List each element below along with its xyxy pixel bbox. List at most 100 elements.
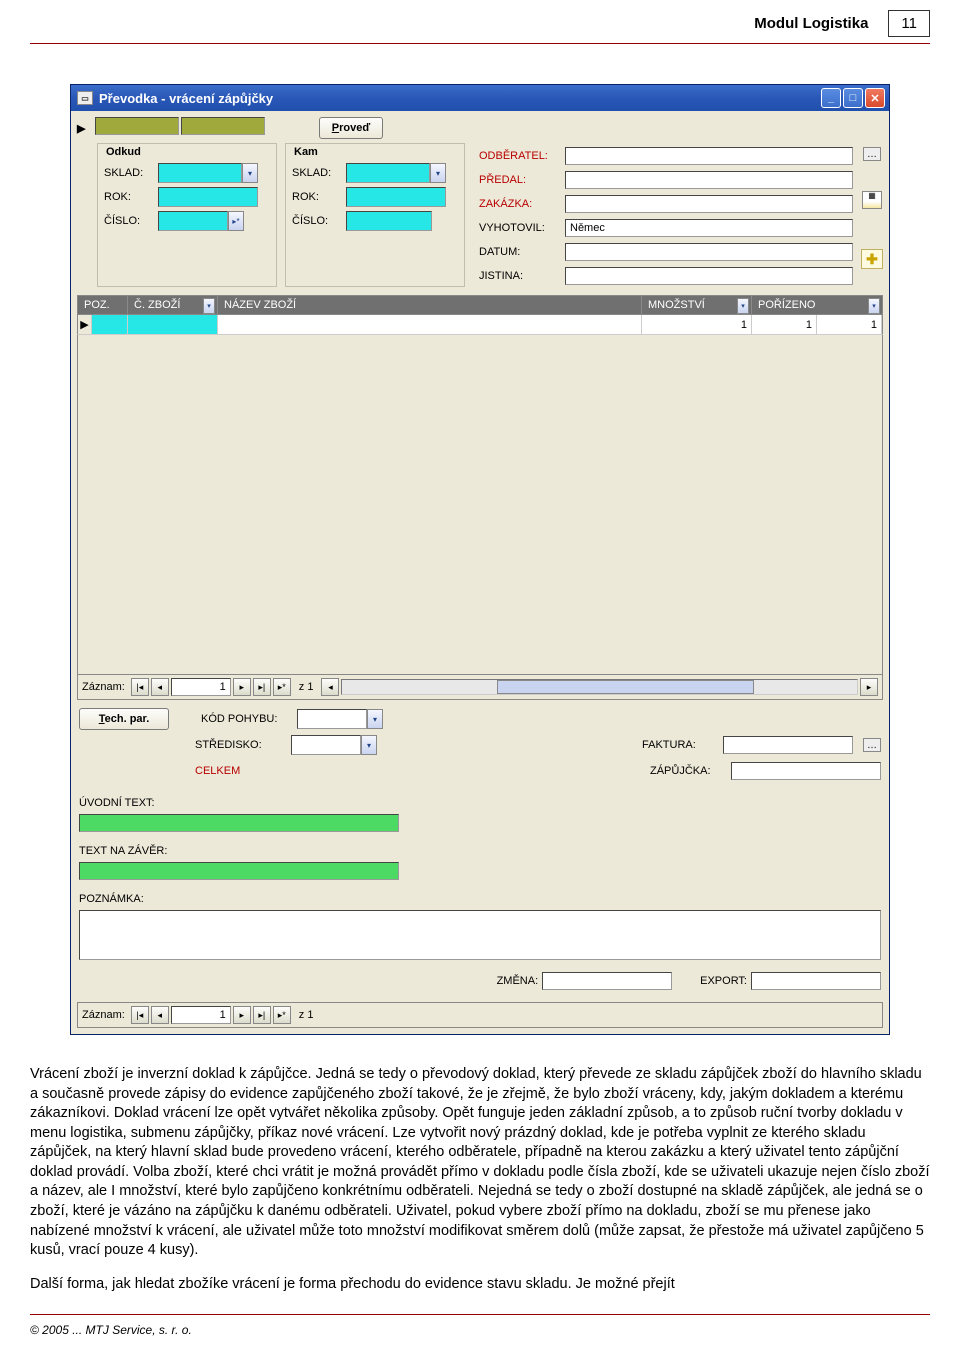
jistina-label: JISTINA: [479,270,561,282]
kam-legend: Kam [292,146,458,158]
col-czbozi[interactable]: Č. ZBOŽÍ▾ [128,296,218,314]
zmena-field[interactable] [542,972,672,990]
nav-position-input[interactable] [171,1006,231,1024]
faktura-lookup-icon[interactable]: … [863,738,881,752]
odkud-rok-input[interactable] [158,187,258,207]
datum-field[interactable] [565,243,853,261]
recnav-label: Záznam: [82,681,125,693]
faktura-label: FAKTURA: [642,739,717,751]
grid-body-empty [77,335,883,675]
kod-pohybu-dropdown-icon[interactable]: ▾ [367,709,383,729]
hscroll-track[interactable] [341,679,858,695]
hscroll-thumb[interactable] [497,680,754,694]
techpar-button[interactable]: Tech. par. [79,708,169,730]
nav-new-icon[interactable]: ▸* [273,678,291,696]
grid-row[interactable]: ▶ 1 1 1 [77,315,883,335]
cell-mnozstvi[interactable]: 1 [642,315,752,334]
odkud-sklad-label: SKLAD: [104,167,154,179]
cell-porizeno-a[interactable]: 1 [752,315,817,334]
nav-first-icon[interactable]: |◂ [131,678,149,696]
cell-czbozi[interactable] [128,315,218,334]
window-minimize-button[interactable]: _ [821,88,841,108]
faktura-field[interactable] [723,736,853,754]
vyhotovil-field[interactable]: Němec [565,219,853,237]
nav-last-icon[interactable]: ▸| [253,678,271,696]
odkud-cislo-nav-icon[interactable]: ▸* [228,211,244,231]
nav-first-icon[interactable]: |◂ [131,1006,149,1024]
hscroll-right-icon[interactable]: ▸ [860,678,878,696]
recnav-label: Záznam: [82,1009,125,1021]
cell-porizeno-b[interactable]: 1 [817,315,882,334]
record-marker-icon: ▶ [77,122,89,135]
odkud-sklad-input[interactable] [158,163,242,183]
sort-arrow-icon[interactable]: ▾ [203,298,215,314]
odkud-cislo-input[interactable] [158,211,228,231]
zapujcka-field[interactable] [731,762,881,780]
window-close-button[interactable]: ✕ [865,88,885,108]
body-text: Vrácení zboží je inverzní doklad k zápůj… [30,1065,930,1294]
zakazka-label: ZAKÁZKA: [479,198,561,210]
nav-prev-icon[interactable]: ◂ [151,1006,169,1024]
odkud-cislo-label: ČÍSLO: [104,215,154,227]
vyhotovil-value: Němec [570,222,605,234]
kam-rok-label: ROK: [292,191,342,203]
nav-position-input[interactable] [171,678,231,696]
kam-rok-input[interactable] [346,187,446,207]
col-porizeno[interactable]: POŘÍZENO▾ [752,296,882,314]
window-maximize-button[interactable]: □ [843,88,863,108]
odkud-sklad-dropdown-icon[interactable]: ▾ [242,163,258,183]
window-title: Převodka - vrácení zápůjčky [99,91,273,106]
window-titlebar: ▭ Převodka - vrácení zápůjčky _ □ ✕ [71,85,889,111]
page-number: 11 [888,10,930,37]
stredisko-label: STŘEDISKO: [195,739,285,751]
lookup-ellipsis-icon[interactable]: … [863,147,881,161]
celkem-label: CELKEM [195,765,285,777]
uvodni-text-field[interactable] [79,814,399,832]
predal-field[interactable] [565,171,853,189]
grid-header: POZ. Č. ZBOŽÍ▾ NÁZEV ZBOŽÍ MNOŽSTVÍ▾ POŘ… [77,295,883,315]
calendar-icon[interactable]: ▦ [862,191,882,209]
kam-cislo-input[interactable] [346,211,432,231]
sort-arrow-icon[interactable]: ▾ [868,298,880,314]
export-field[interactable] [751,972,881,990]
stredisko-input[interactable] [291,735,361,755]
paragraph-1: Vrácení zboží je inverzní doklad k zápůj… [30,1065,930,1261]
kam-sklad-input[interactable] [346,163,430,183]
proved-button[interactable]: Proveď [319,117,384,139]
jistina-field[interactable] [565,267,853,285]
text-na-zaver-field[interactable] [79,862,399,880]
nav-last-icon[interactable]: ▸| [253,1006,271,1024]
doc-number-field[interactable] [181,117,265,135]
zmena-label: ZMĚNA: [497,975,539,987]
hscroll-left-icon[interactable]: ◂ [321,678,339,696]
odberatel-field[interactable] [565,147,853,165]
zapujcka-label: ZÁPŮJČKA: [650,765,725,777]
col-poz[interactable]: POZ. [78,296,128,314]
export-label: EXPORT: [700,975,747,987]
cell-nazev[interactable] [218,315,642,334]
window-icon: ▭ [77,91,93,105]
col-nazev[interactable]: NÁZEV ZBOŽÍ [218,296,642,314]
kod-pohybu-input[interactable] [297,709,367,729]
paragraph-2: Další forma, jak hledat zbožíke vrácení … [30,1275,930,1295]
add-plus-icon[interactable]: ✚ [861,249,883,269]
page-footer: © 2005 ... MTJ Service, s. r. o. [30,1314,930,1337]
poznamka-field[interactable] [79,910,881,960]
nav-next-icon[interactable]: ▸ [233,678,251,696]
dialog-window: ▭ Převodka - vrácení zápůjčky _ □ ✕ ▶ [70,84,890,1035]
page-header: Modul Logistika 11 [30,0,930,44]
nav-new-icon[interactable]: ▸* [273,1006,291,1024]
vyhotovil-label: VYHOTOVIL: [479,222,561,234]
zakazka-field[interactable] [565,195,853,213]
odkud-legend: Odkud [104,146,270,158]
kam-cislo-label: ČÍSLO: [292,215,342,227]
col-mnozstvi[interactable]: MNOŽSTVÍ▾ [642,296,752,314]
kam-sklad-dropdown-icon[interactable]: ▾ [430,163,446,183]
nav-prev-icon[interactable]: ◂ [151,678,169,696]
cell-poz[interactable] [92,315,128,334]
nav-next-icon[interactable]: ▸ [233,1006,251,1024]
odberatel-label: ODBĚRATEL: [479,150,561,162]
doc-type-field[interactable] [95,117,179,135]
stredisko-dropdown-icon[interactable]: ▾ [361,735,377,755]
sort-arrow-icon[interactable]: ▾ [737,298,749,314]
